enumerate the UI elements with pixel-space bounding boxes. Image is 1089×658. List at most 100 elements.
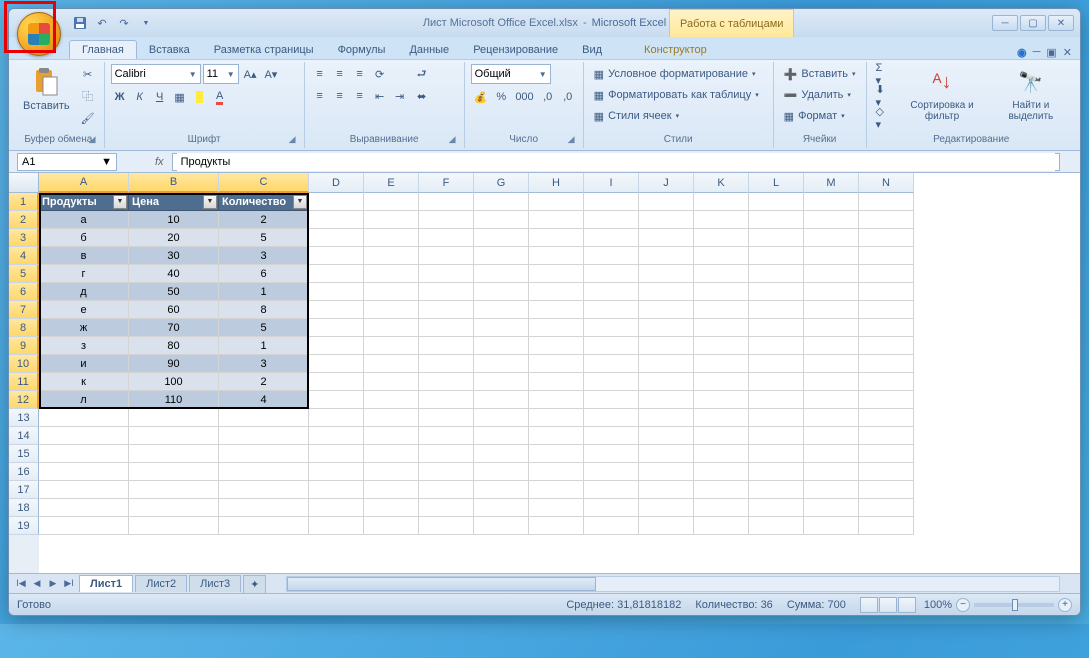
cell-D2[interactable] bbox=[309, 211, 364, 229]
cell-C11[interactable]: 2 bbox=[219, 373, 309, 391]
cell-N15[interactable] bbox=[859, 445, 914, 463]
currency-icon[interactable]: 💰 bbox=[471, 87, 491, 107]
cell-J10[interactable] bbox=[639, 355, 694, 373]
column-header-J[interactable]: J bbox=[639, 173, 694, 193]
cell-N16[interactable] bbox=[859, 463, 914, 481]
cell-N17[interactable] bbox=[859, 481, 914, 499]
cell-A14[interactable] bbox=[39, 427, 129, 445]
row-header-6[interactable]: 6 bbox=[9, 283, 39, 301]
cell-F8[interactable] bbox=[419, 319, 474, 337]
cell-M2[interactable] bbox=[804, 211, 859, 229]
next-sheet-icon[interactable]: ▶ bbox=[45, 576, 61, 592]
row-header-3[interactable]: 3 bbox=[9, 229, 39, 247]
cell-C6[interactable]: 1 bbox=[219, 283, 309, 301]
column-header-E[interactable]: E bbox=[364, 173, 419, 193]
page-break-view-icon[interactable] bbox=[898, 597, 916, 613]
cell-G13[interactable] bbox=[474, 409, 529, 427]
percent-icon[interactable]: % bbox=[492, 87, 510, 107]
cell-M7[interactable] bbox=[804, 301, 859, 319]
cell-E2[interactable] bbox=[364, 211, 419, 229]
prev-sheet-icon[interactable]: ◀ bbox=[29, 576, 45, 592]
cell-D14[interactable] bbox=[309, 427, 364, 445]
cell-M13[interactable] bbox=[804, 409, 859, 427]
cell-I1[interactable] bbox=[584, 193, 639, 211]
clear-icon[interactable]: ◇ ▾ bbox=[873, 108, 893, 128]
cell-F19[interactable] bbox=[419, 517, 474, 535]
doc-close-icon[interactable]: ✕ bbox=[1063, 46, 1072, 59]
cell-I7[interactable] bbox=[584, 301, 639, 319]
cell-F7[interactable] bbox=[419, 301, 474, 319]
cell-J13[interactable] bbox=[639, 409, 694, 427]
cell-F5[interactable] bbox=[419, 265, 474, 283]
doc-restore-icon[interactable]: ▣ bbox=[1046, 46, 1056, 59]
cell-J17[interactable] bbox=[639, 481, 694, 499]
cell-D3[interactable] bbox=[309, 229, 364, 247]
cell-L13[interactable] bbox=[749, 409, 804, 427]
zoom-thumb[interactable] bbox=[1012, 599, 1018, 611]
cell-C17[interactable] bbox=[219, 481, 309, 499]
inc-decimal-icon[interactable]: ,0 bbox=[539, 87, 557, 107]
cell-F13[interactable] bbox=[419, 409, 474, 427]
cell-E11[interactable] bbox=[364, 373, 419, 391]
row-header-17[interactable]: 17 bbox=[9, 481, 39, 499]
cell-H15[interactable] bbox=[529, 445, 584, 463]
cell-L19[interactable] bbox=[749, 517, 804, 535]
paste-button[interactable]: Вставить bbox=[19, 64, 74, 114]
cell-L9[interactable] bbox=[749, 337, 804, 355]
cell-B9[interactable]: 80 bbox=[129, 337, 219, 355]
zoom-slider[interactable] bbox=[974, 603, 1054, 607]
cell-A5[interactable]: г bbox=[39, 265, 129, 283]
cell-K8[interactable] bbox=[694, 319, 749, 337]
cell-B11[interactable]: 100 bbox=[129, 373, 219, 391]
formula-input[interactable] bbox=[177, 153, 1055, 171]
find-select-button[interactable]: 🔭 Найти и выделить bbox=[992, 64, 1070, 124]
cell-A12[interactable]: л bbox=[39, 391, 129, 409]
column-header-B[interactable]: B bbox=[129, 173, 219, 193]
cell-J11[interactable] bbox=[639, 373, 694, 391]
grow-font-icon[interactable]: A▴ bbox=[241, 64, 260, 84]
cell-F11[interactable] bbox=[419, 373, 474, 391]
cell-A10[interactable]: и bbox=[39, 355, 129, 373]
cell-A6[interactable]: д bbox=[39, 283, 129, 301]
row-header-13[interactable]: 13 bbox=[9, 409, 39, 427]
cell-I15[interactable] bbox=[584, 445, 639, 463]
cell-C12[interactable]: 4 bbox=[219, 391, 309, 409]
row-header-19[interactable]: 19 bbox=[9, 517, 39, 535]
cell-I14[interactable] bbox=[584, 427, 639, 445]
cell-A19[interactable] bbox=[39, 517, 129, 535]
cell-N13[interactable] bbox=[859, 409, 914, 427]
comma-icon[interactable]: 000 bbox=[512, 87, 536, 107]
cell-K18[interactable] bbox=[694, 499, 749, 517]
cell-B4[interactable]: 30 bbox=[129, 247, 219, 265]
cell-G12[interactable] bbox=[474, 391, 529, 409]
tab-view[interactable]: Вид bbox=[570, 41, 614, 59]
cell-K19[interactable] bbox=[694, 517, 749, 535]
cell-K4[interactable] bbox=[694, 247, 749, 265]
cell-H6[interactable] bbox=[529, 283, 584, 301]
cell-H18[interactable] bbox=[529, 499, 584, 517]
cell-F16[interactable] bbox=[419, 463, 474, 481]
fx-icon[interactable]: fx bbox=[155, 156, 164, 168]
cell-K14[interactable] bbox=[694, 427, 749, 445]
cell-D19[interactable] bbox=[309, 517, 364, 535]
cell-L6[interactable] bbox=[749, 283, 804, 301]
zoom-out-button[interactable]: − bbox=[956, 598, 970, 612]
align-middle-icon[interactable]: ≡ bbox=[331, 64, 349, 84]
cell-L2[interactable] bbox=[749, 211, 804, 229]
tab-design[interactable]: Конструктор bbox=[632, 41, 719, 59]
orientation-icon[interactable]: ⟳ bbox=[371, 64, 389, 84]
cell-J15[interactable] bbox=[639, 445, 694, 463]
cell-E17[interactable] bbox=[364, 481, 419, 499]
cell-I19[interactable] bbox=[584, 517, 639, 535]
cell-H17[interactable] bbox=[529, 481, 584, 499]
sheet-tab-2[interactable]: Лист2 bbox=[135, 575, 187, 592]
cell-J5[interactable] bbox=[639, 265, 694, 283]
cell-B2[interactable]: 10 bbox=[129, 211, 219, 229]
zoom-level[interactable]: 100% bbox=[924, 599, 952, 611]
cell-H1[interactable] bbox=[529, 193, 584, 211]
align-left-icon[interactable]: ≡ bbox=[311, 86, 329, 106]
cell-G9[interactable] bbox=[474, 337, 529, 355]
cell-J1[interactable] bbox=[639, 193, 694, 211]
cell-J4[interactable] bbox=[639, 247, 694, 265]
maximize-button[interactable]: ▢ bbox=[1020, 15, 1046, 31]
